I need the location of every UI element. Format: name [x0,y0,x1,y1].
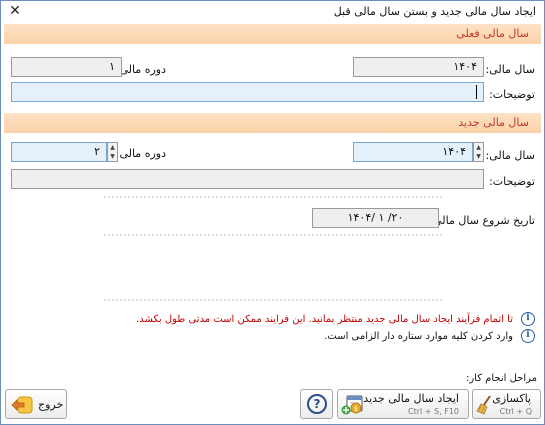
current-period-field[interactable]: ۱ [11,57,122,77]
exit-icon [11,396,33,414]
window-title: ایجاد سال مالی جدید و بستن سال مالی قبل [333,5,536,18]
exit-button-label: خروج [38,398,64,411]
start-date-field[interactable]: ۱۴۰۴/ ۱ /۲۰ [312,208,439,228]
new-period-field[interactable]: ۲ [11,142,107,162]
new-period-spinner[interactable]: ▲ ▼ [107,142,118,162]
spin-down-icon[interactable]: ▼ [474,152,483,161]
text-caret [476,85,477,99]
info-icon: i [521,329,535,343]
current-desc-label: توضیحات: [489,88,535,101]
cleanup-button-label: پاکسازی [492,392,531,405]
spin-up-icon[interactable]: ▲ [474,143,483,152]
current-desc-input[interactable] [11,82,484,102]
calendar-add-icon: $ [341,395,363,415]
required-fields-message: وارد کردن کلیه موارد ستاره دار الزامی اس… [324,331,513,342]
broom-icon [476,395,491,415]
exit-button[interactable]: خروج [5,389,67,419]
current-period-label: دوره مالی: [115,63,166,76]
steps-label: مراحل انجام کار: [465,373,537,384]
divider [104,196,442,198]
dialog-window: ایجاد سال مالی جدید و بستن سال مالی قبل … [0,0,545,425]
help-icon: ? [307,394,327,414]
current-year-header: سال مالی فعلی [4,24,541,44]
cleanup-button[interactable]: پاکسازی Ctrl + Q [472,389,541,419]
new-desc-input[interactable] [11,169,484,189]
current-year-field[interactable]: ۱۴۰۴ [353,57,484,77]
new-year-header: سال مالی جدید [4,113,541,133]
divider [104,299,442,301]
new-period-label: دوره مالی: [115,147,166,160]
current-year-label: سال مالی: [485,63,535,76]
spin-up-icon[interactable]: ▲ [108,143,117,152]
start-date-label: تاریخ شروع سال مالی: [429,214,535,227]
new-year-label: سال مالی: [485,149,535,162]
divider [104,234,442,236]
info-icon: i [521,312,535,326]
new-year-spinner[interactable]: ▲ ▼ [473,142,484,162]
svg-text:$: $ [354,405,358,413]
create-year-button[interactable]: ایجاد سال مالی جدید Ctrl + S, F10 $ [337,389,469,419]
cleanup-shortcut: Ctrl + Q [499,407,532,416]
title-bar: ایجاد سال مالی جدید و بستن سال مالی قبل … [1,1,544,23]
help-button[interactable]: ? [300,389,333,419]
new-year-field[interactable]: ۱۴۰۴ [353,142,473,162]
new-desc-label: توضیحات: [489,175,535,188]
create-year-shortcut: Ctrl + S, F10 [408,407,459,416]
spin-down-icon[interactable]: ▼ [108,152,117,161]
close-icon[interactable]: ✕ [7,2,23,20]
warning-message: تا اتمام فرآیند ایجاد سال مالی جدید منتظ… [136,314,513,325]
create-year-button-label: ایجاد سال مالی جدید [363,392,459,405]
